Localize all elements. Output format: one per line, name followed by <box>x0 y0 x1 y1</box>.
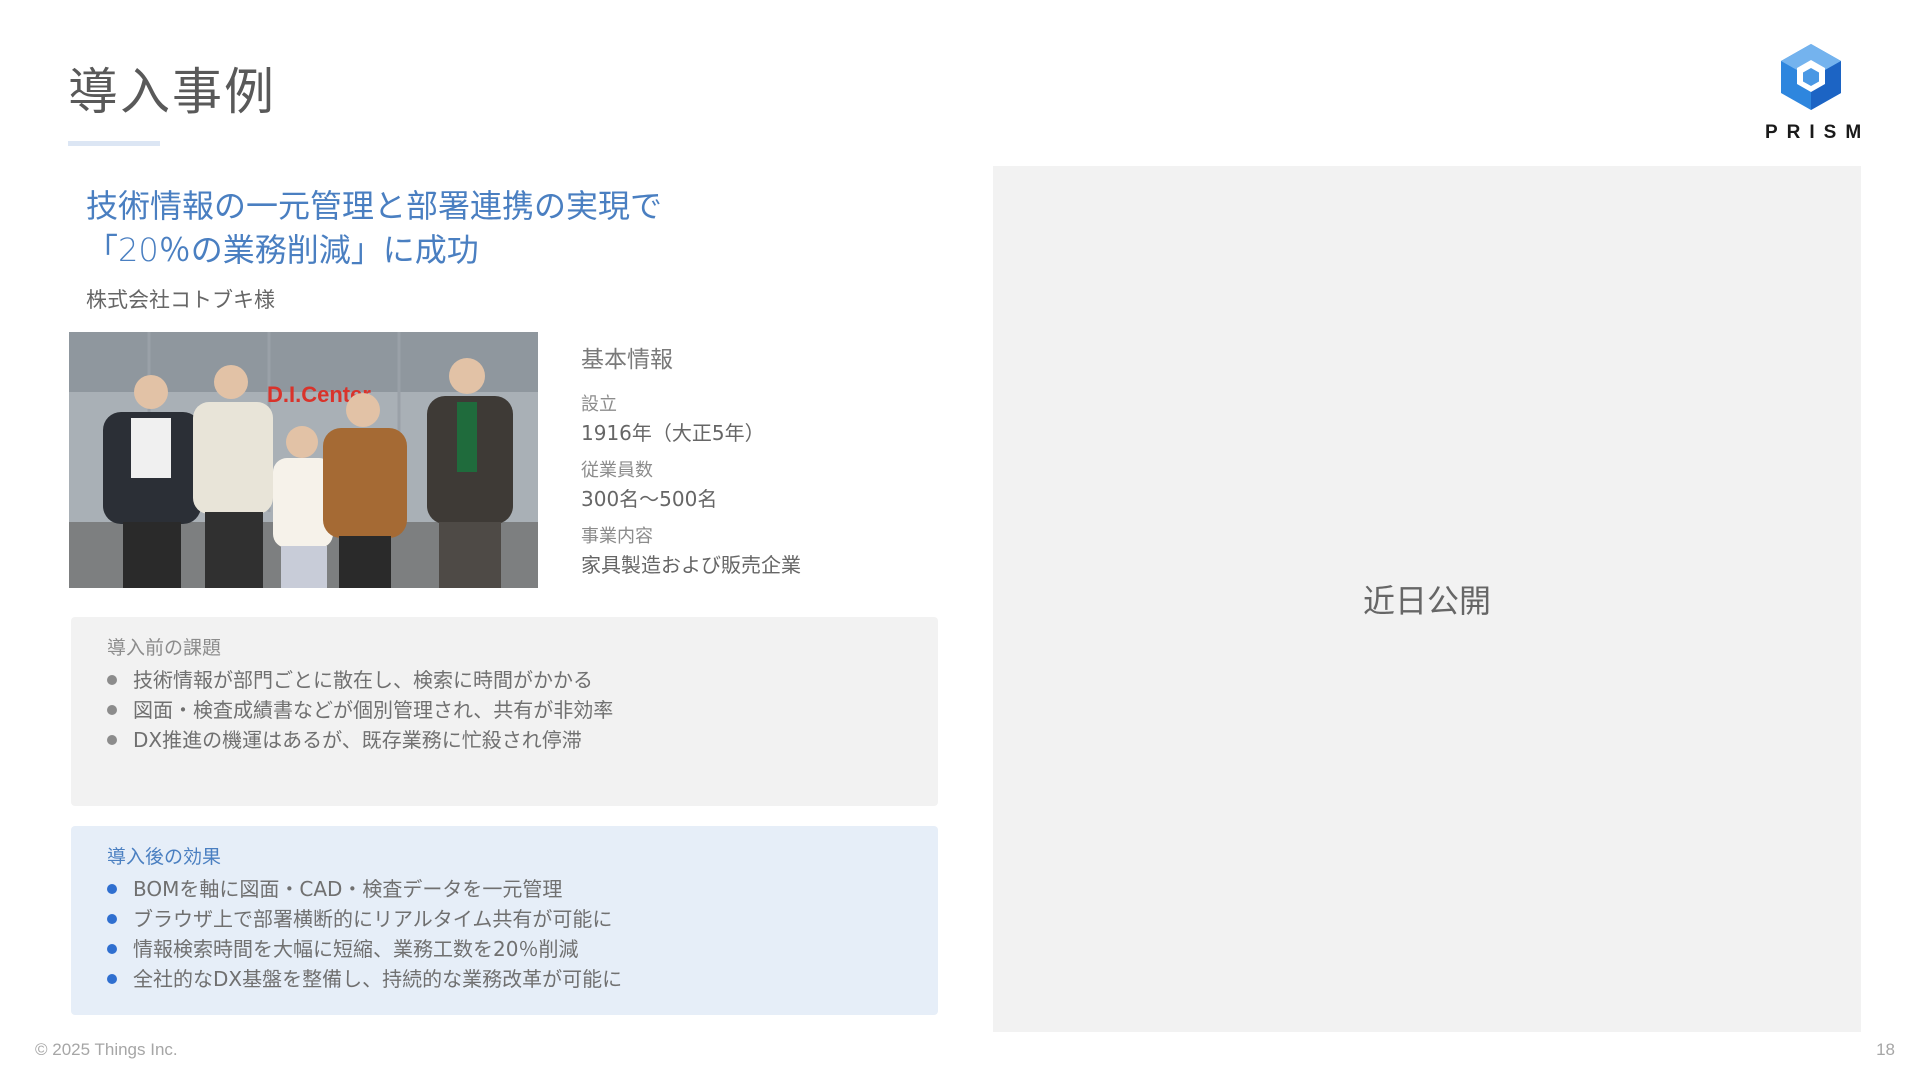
prism-logo-icon <box>1781 44 1841 110</box>
info-value-employees: 300名～500名 <box>581 487 718 511</box>
list-item-text: BOMを軸に図面・CAD・検査データを一元管理 <box>133 877 563 901</box>
basic-info: 基本情報 設立 1916年（大正5年） 従業員数 300名～500名 事業内容 … <box>581 340 801 590</box>
headline-line-2: 「20％の業務削減」に成功 <box>86 231 479 269</box>
info-label-employees: 従業員数 <box>581 460 653 481</box>
list-item-text: 技術情報が部門ごとに散在し、検索に時間がかかる <box>133 668 593 692</box>
team-photo: D.I.Center <box>69 332 538 588</box>
basic-info-heading: 基本情報 <box>581 347 673 373</box>
list-item: 図面・検査成績書などが個別管理され、共有が非効率 <box>107 695 938 725</box>
bullet-icon <box>107 944 117 954</box>
bullet-icon <box>107 914 117 924</box>
coming-soon-panel: 近日公開 <box>993 166 1861 1032</box>
prism-logo: PRISM <box>1756 42 1866 152</box>
bullet-icon <box>107 735 117 745</box>
company-name: 株式会社コトブキ様 <box>86 288 275 312</box>
headline-line-1: 技術情報の一元管理と部署連携の実現で <box>86 187 663 225</box>
info-label-business: 事業内容 <box>581 526 653 547</box>
list-item-text: DX推進の機運はあるが、既存業務に忙殺され停滞 <box>133 728 582 752</box>
bullet-icon <box>107 974 117 984</box>
bullet-icon <box>107 675 117 685</box>
bullet-icon <box>107 884 117 894</box>
info-label-founded: 設立 <box>581 394 617 415</box>
list-item-text: 図面・検査成績書などが個別管理され、共有が非効率 <box>133 698 614 722</box>
list-item-text: 情報検索時間を大幅に短縮、業務工数を20％削減 <box>133 937 579 961</box>
list-item: DX推進の機運はあるが、既存業務に忙殺され停滞 <box>107 725 938 755</box>
footer-copyright: © 2025 Things Inc. <box>35 1040 178 1059</box>
page-title: 導入事例 <box>68 63 276 121</box>
list-item: 全社的なDX基盤を整備し、持続的な業務改革が可能に <box>107 964 938 994</box>
coming-soon-text: 近日公開 <box>1362 582 1491 620</box>
logo-text: PRISM <box>1765 122 1871 143</box>
list-item: 情報検索時間を大幅に短縮、業務工数を20％削減 <box>107 934 938 964</box>
before-list: 技術情報が部門ごとに散在し、検索に時間がかかる 図面・検査成績書などが個別管理さ… <box>107 665 938 755</box>
bullet-icon <box>107 705 117 715</box>
after-effects-panel: 導入後の効果 BOMを軸に図面・CAD・検査データを一元管理 ブラウザ上で部署横… <box>71 826 938 1015</box>
info-value-founded: 1916年（大正5年） <box>581 421 765 445</box>
case-headline: 技術情報の一元管理と部署連携の実現で 「20％の業務削減」に成功 <box>86 184 946 272</box>
before-title: 導入前の課題 <box>107 637 222 659</box>
after-title: 導入後の効果 <box>107 846 222 868</box>
title-underline <box>68 141 160 146</box>
list-item-text: 全社的なDX基盤を整備し、持続的な業務改革が可能に <box>133 967 623 991</box>
before-challenges-panel: 導入前の課題 技術情報が部門ごとに散在し、検索に時間がかかる 図面・検査成績書な… <box>71 617 938 806</box>
after-list: BOMを軸に図面・CAD・検査データを一元管理 ブラウザ上で部署横断的にリアルタ… <box>107 874 938 994</box>
page-number: 18 <box>1876 1040 1895 1059</box>
list-item: BOMを軸に図面・CAD・検査データを一元管理 <box>107 874 938 904</box>
info-value-business: 家具製造および販売企業 <box>581 553 801 577</box>
list-item-text: ブラウザ上で部署横断的にリアルタイム共有が可能に <box>133 907 613 931</box>
list-item: ブラウザ上で部署横断的にリアルタイム共有が可能に <box>107 904 938 934</box>
list-item: 技術情報が部門ごとに散在し、検索に時間がかかる <box>107 665 938 695</box>
